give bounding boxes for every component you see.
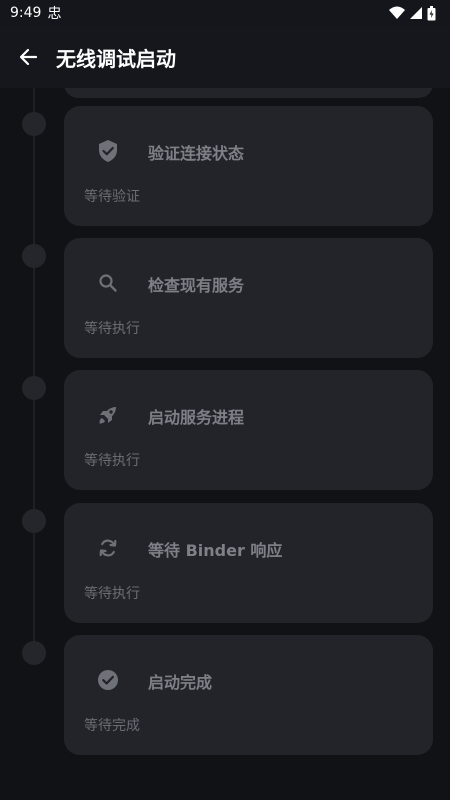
back-button[interactable] [0,29,56,85]
shield-check-icon [94,137,122,165]
app-bar: 无线调试启动 [0,26,450,88]
step-title: 启动服务进程 [148,408,245,427]
timeline-dot [22,112,46,136]
timeline-dot [22,509,46,533]
timeline-dot [22,641,46,665]
page-title: 无线调试启动 [56,46,176,71]
step-title: 验证连接状态 [148,144,245,163]
step-title: 等待 Binder 响应 [148,541,283,560]
status-time: 9:49 [10,5,42,21]
timeline-dot [22,376,46,400]
step-status: 等待执行 [84,321,140,337]
sync-icon [94,534,122,562]
signal-icon [409,6,423,20]
timeline-dot [22,244,46,268]
step-title: 检查现有服务 [148,276,245,295]
arrow-back-icon [18,47,38,67]
step-status: 等待验证 [84,189,140,205]
previous-step-card [64,88,433,98]
status-bar: 9:49 忠 [0,0,450,26]
step-card-verify: 验证连接状态 等待验证 [64,106,433,226]
battery-icon [427,5,436,21]
step-status: 等待执行 [84,586,140,602]
check-circle-icon [94,666,122,694]
step-status: 等待完成 [84,718,140,734]
wifi-icon [389,6,405,20]
step-card-binder: 等待 Binder 响应 等待执行 [64,503,433,623]
app-notification-glyph: 忠 [47,6,62,22]
step-card-start-service: 启动服务进程 等待执行 [64,370,433,490]
step-card-complete: 启动完成 等待完成 [64,635,433,755]
step-timeline: 验证连接状态 等待验证 检查现有服务 等待执行 启动服务进程 等待执行 等待 B… [0,88,450,800]
rocket-icon [94,401,122,429]
search-icon [94,269,122,297]
step-title: 启动完成 [148,673,213,692]
step-status: 等待执行 [84,453,140,469]
step-card-check-service: 检查现有服务 等待执行 [64,238,433,358]
